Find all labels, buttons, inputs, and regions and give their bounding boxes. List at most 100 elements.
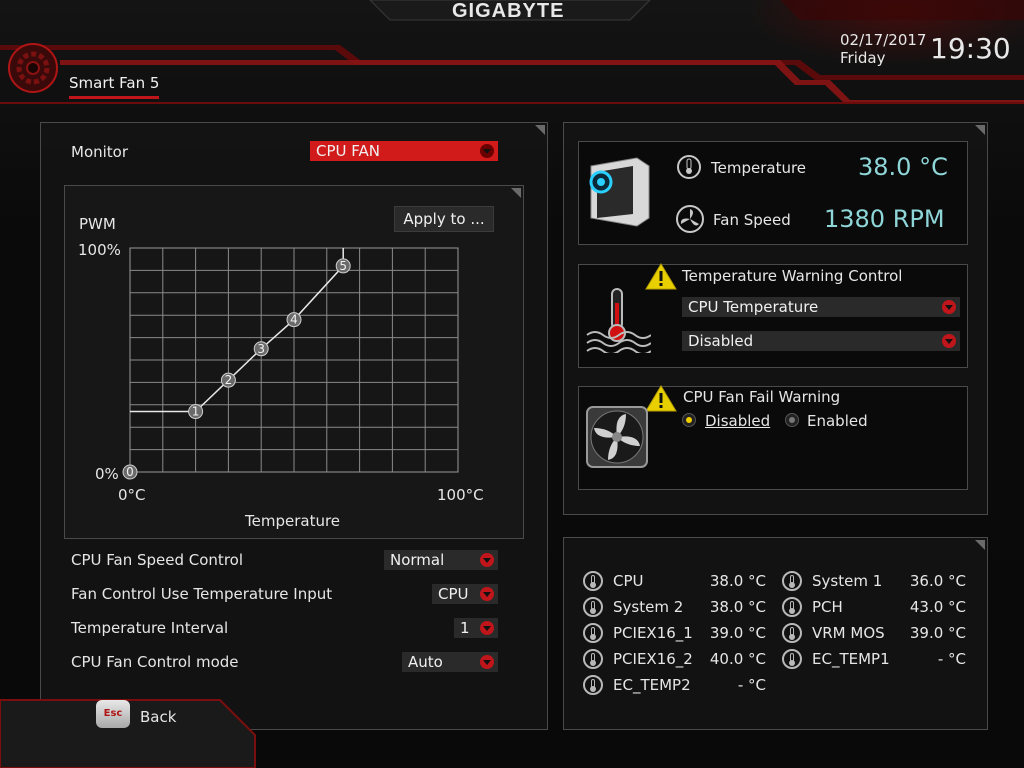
setting-select-value: CPU — [438, 585, 469, 603]
y-axis-max: 100% — [78, 241, 121, 259]
chevron-down-icon — [942, 300, 956, 314]
sensor-value: - °C — [737, 676, 766, 694]
warning-icon — [645, 385, 677, 412]
x-axis-label: Temperature — [245, 512, 341, 530]
fan-icon — [676, 205, 704, 233]
weekday-text: Friday — [840, 49, 886, 67]
sensor-name: PCIEX16_1 — [613, 624, 693, 642]
sensor-name: CPU — [613, 572, 644, 590]
thermometer-icon — [782, 571, 802, 591]
gear-icon — [8, 43, 58, 93]
fan-speed-value: 1380 RPM — [824, 205, 945, 233]
sensor-name: EC_TEMP1 — [812, 650, 890, 668]
curve-point[interactable]: 1 — [188, 404, 204, 420]
panel-corner — [535, 125, 545, 135]
date-display: 02/17/2017 Friday — [840, 31, 926, 67]
thermometer-icon — [782, 597, 802, 617]
temp-warning-level-select[interactable]: Disabled — [682, 331, 960, 351]
panel-corner — [975, 540, 985, 550]
fan-fail-enabled-label[interactable]: Enabled — [807, 412, 868, 430]
setting-select-value: Auto — [408, 653, 443, 671]
monitor-select[interactable]: CPU FAN — [310, 141, 498, 161]
sensor-name: PCH — [812, 598, 843, 616]
sensor-name: System 1 — [812, 572, 883, 590]
x-axis-min: 0°C — [118, 486, 146, 504]
setting-select[interactable]: 1 — [454, 618, 498, 638]
curve-point[interactable]: 4 — [286, 312, 302, 328]
x-axis-max: 100°C — [437, 486, 484, 504]
fan-fail-disabled-label[interactable]: Disabled — [705, 412, 770, 430]
back-button[interactable]: Esc Back — [96, 700, 196, 738]
curve-point-label: 5 — [339, 259, 347, 273]
apply-to-button[interactable]: Apply to ... — [394, 206, 494, 232]
setting-select[interactable]: Auto — [402, 652, 498, 672]
fan-speed-label: Fan Speed — [713, 211, 791, 229]
fan-fail-title: CPU Fan Fail Warning — [683, 388, 841, 406]
temp-warning-source-select[interactable]: CPU Temperature — [682, 297, 960, 317]
curve-point[interactable]: 5 — [335, 258, 351, 274]
curve-point-label: 2 — [225, 373, 233, 387]
thermometer-icon — [583, 571, 603, 591]
sensor-value: 38.0 °C — [709, 572, 766, 590]
thermometer-icon — [583, 597, 603, 617]
sensor-name: System 2 — [613, 598, 684, 616]
setting-select-value: Normal — [390, 551, 445, 569]
setting-select-value: 1 — [460, 619, 470, 637]
thermometer-icon — [583, 649, 603, 669]
y-axis-label: PWM — [79, 215, 116, 233]
sensor-value: 36.0 °C — [909, 572, 966, 590]
thermometer-icon — [583, 623, 603, 643]
thermometer-icon — [782, 623, 802, 643]
sensor-name: PCIEX16_2 — [613, 650, 693, 668]
setting-select[interactable]: CPU — [432, 584, 498, 604]
temp-warning-level-value: Disabled — [688, 332, 754, 350]
sensor-value: 40.0 °C — [709, 650, 766, 668]
temp-warning-source-value: CPU Temperature — [688, 298, 819, 316]
sensor-value: 39.0 °C — [709, 624, 766, 642]
case-fan-icon — [586, 406, 648, 468]
setting-label: CPU Fan Speed Control — [71, 551, 243, 569]
brand-logo: GIGABYTE — [452, 0, 565, 22]
fan-fail-disabled-radio[interactable] — [682, 413, 696, 427]
heat-thermometer-icon — [586, 288, 651, 353]
setting-label: Fan Control Use Temperature Input — [71, 585, 333, 603]
temperature-label: Temperature — [711, 159, 807, 177]
curve-point-label: 4 — [290, 313, 298, 327]
panel-corner — [511, 188, 521, 198]
chevron-down-icon — [480, 144, 494, 158]
chevron-down-icon — [480, 655, 494, 669]
setting-label: Temperature Interval — [71, 619, 229, 637]
sensor-name: EC_TEMP2 — [613, 676, 691, 694]
curve-point[interactable]: 3 — [253, 341, 269, 357]
fan-curve-chart[interactable]: 0 1 2 3 4 5 — [120, 240, 470, 485]
curve-point-label: 3 — [257, 342, 265, 356]
clock-time: 19:30 — [930, 32, 1011, 65]
thermometer-icon — [782, 649, 802, 669]
sensor-name: VRM MOS — [812, 624, 885, 642]
chevron-down-icon — [480, 553, 494, 567]
setting-select[interactable]: Normal — [384, 550, 498, 570]
chevron-down-icon — [942, 334, 956, 348]
sensor-value: 39.0 °C — [909, 624, 966, 642]
temp-warning-title: Temperature Warning Control — [682, 267, 903, 285]
pc-case-icon — [589, 157, 650, 227]
curve-point-label: 0 — [126, 465, 134, 479]
thermometer-icon — [583, 675, 603, 695]
curve-point[interactable]: 0 — [122, 464, 138, 480]
chevron-down-icon — [480, 587, 494, 601]
back-label: Back — [140, 708, 177, 726]
setting-label: CPU Fan Control mode — [71, 653, 239, 671]
chevron-down-icon — [480, 621, 494, 635]
fan-fail-enabled-radio[interactable] — [785, 413, 799, 427]
y-axis-min: 0% — [95, 465, 119, 483]
panel-corner — [975, 125, 985, 135]
curve-point[interactable]: 2 — [220, 372, 236, 388]
page-title-underline — [69, 96, 159, 99]
monitor-select-value: CPU FAN — [316, 142, 380, 160]
sensor-value: 43.0 °C — [909, 598, 966, 616]
monitor-label: Monitor — [71, 143, 129, 161]
esc-key-label: Esc — [103, 708, 123, 719]
curve-point-label: 1 — [192, 405, 200, 419]
sensor-value: - °C — [937, 650, 966, 668]
curve-grid — [129, 247, 459, 473]
